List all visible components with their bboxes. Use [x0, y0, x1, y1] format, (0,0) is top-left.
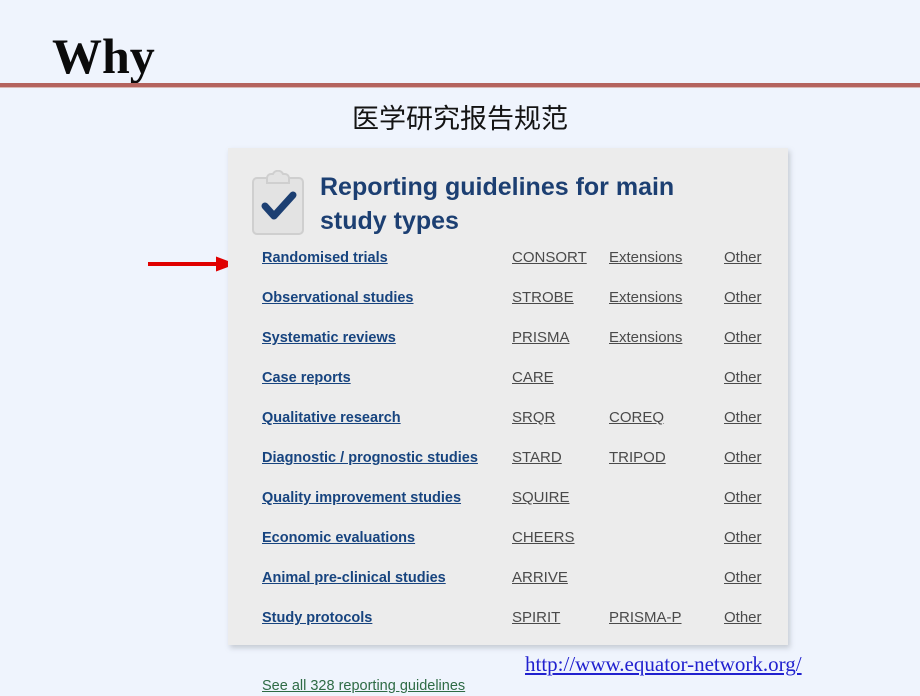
page-title: Why [52, 28, 155, 84]
table-row: Economic evaluations CHEERS Other [250, 518, 766, 558]
row-other-cell: Other [724, 448, 762, 468]
table-row: Systematic reviews PRISMA Extensions Oth… [250, 318, 766, 358]
table-row: Diagnostic / prognostic studies STARD TR… [250, 438, 766, 478]
table-row: Qualitative research SRQR COREQ Other [250, 398, 766, 438]
guideline-link-other[interactable]: Other [724, 568, 762, 588]
guideline-link-primary[interactable]: SQUIRE [512, 488, 570, 508]
guideline-link-primary[interactable]: CARE [512, 368, 554, 388]
guideline-link-primary[interactable]: ARRIVE [512, 568, 568, 588]
row-type-cell: Study protocols [250, 608, 512, 628]
row-type-cell: Animal pre-clinical studies [250, 568, 512, 588]
table-row: Animal pre-clinical studies ARRIVE Other [250, 558, 766, 598]
row-secondary-cell: Extensions [609, 248, 724, 268]
row-type-cell: Randomised trials [250, 248, 512, 268]
row-secondary-cell [609, 528, 724, 546]
row-primary-cell: PRISMA [512, 328, 609, 348]
guideline-link-extensions[interactable]: Extensions [609, 288, 682, 308]
guideline-link-primary[interactable]: STROBE [512, 288, 574, 308]
guideline-link-extensions[interactable]: Extensions [609, 248, 682, 268]
row-secondary-cell: COREQ [609, 408, 724, 428]
study-type-link[interactable]: Animal pre-clinical studies [262, 570, 446, 586]
row-other-cell: Other [724, 248, 762, 268]
guideline-link-primary[interactable]: CONSORT [512, 248, 587, 268]
row-type-cell: Qualitative research [250, 408, 512, 428]
row-secondary-cell: Extensions [609, 288, 724, 308]
row-type-cell: Quality improvement studies [250, 488, 512, 508]
row-type-cell: Case reports [250, 368, 512, 388]
card-heading: Reporting guidelines for main study type… [320, 173, 675, 235]
reporting-guidelines-card: Reporting guidelines for main study type… [228, 148, 788, 694]
row-other-cell: Other [724, 408, 762, 428]
guideline-link-extensions[interactable]: TRIPOD [609, 448, 666, 468]
study-type-link[interactable]: Qualitative research [262, 410, 401, 426]
guideline-link-primary[interactable]: CHEERS [512, 528, 575, 548]
row-primary-cell: STARD [512, 448, 609, 468]
row-primary-cell: CONSORT [512, 248, 609, 268]
guideline-link-other[interactable]: Other [724, 448, 762, 468]
row-secondary-cell: Extensions [609, 328, 724, 348]
study-type-link[interactable]: Economic evaluations [262, 530, 415, 546]
table-row: Observational studies STROBE Extensions … [250, 278, 766, 318]
title-divider [0, 83, 920, 88]
guideline-link-primary[interactable]: SRQR [512, 408, 555, 428]
study-type-link[interactable]: Study protocols [262, 610, 372, 626]
table-row: Quality improvement studies SQUIRE Other [250, 478, 766, 518]
guideline-link-other[interactable]: Other [724, 288, 762, 308]
row-other-cell: Other [724, 608, 762, 628]
guideline-link-primary[interactable]: STARD [512, 448, 562, 468]
row-secondary-cell: TRIPOD [609, 448, 724, 468]
row-other-cell: Other [724, 568, 762, 588]
row-secondary-cell [609, 568, 724, 586]
row-other-cell: Other [724, 528, 762, 548]
study-type-link[interactable]: Randomised trials [262, 250, 388, 266]
red-arrow-icon [148, 256, 236, 272]
row-primary-cell: ARRIVE [512, 568, 609, 588]
row-primary-cell: CHEERS [512, 528, 609, 548]
row-other-cell: Other [724, 368, 762, 388]
row-type-cell: Observational studies [250, 288, 512, 308]
study-type-link[interactable]: Systematic reviews [262, 330, 396, 346]
see-all-guidelines-link[interactable]: See all 328 reporting guidelines [262, 678, 465, 694]
card-header: Reporting guidelines for main study type… [228, 148, 788, 242]
study-type-link[interactable]: Quality improvement studies [262, 490, 461, 506]
row-other-cell: Other [724, 488, 762, 508]
row-secondary-cell: PRISMA-P [609, 608, 724, 628]
row-secondary-cell [609, 368, 724, 386]
table-row: Case reports CARE Other [250, 358, 766, 398]
guideline-link-primary[interactable]: SPIRIT [512, 608, 560, 628]
row-type-cell: Systematic reviews [250, 328, 512, 348]
guideline-link-other[interactable]: Other [724, 328, 762, 348]
study-type-link[interactable]: Observational studies [262, 290, 414, 306]
study-type-link[interactable]: Diagnostic / prognostic studies [262, 450, 478, 466]
clipboard-check-icon [252, 170, 304, 235]
row-secondary-cell [609, 488, 724, 506]
row-primary-cell: STROBE [512, 288, 609, 308]
guideline-link-other[interactable]: Other [724, 368, 762, 388]
guideline-link-other[interactable]: Other [724, 488, 762, 508]
guideline-link-other[interactable]: Other [724, 248, 762, 268]
slide-subtitle: 医学研究报告规范 [352, 104, 568, 135]
table-row: Randomised trials CONSORT Extensions Oth… [250, 248, 766, 278]
row-primary-cell: SPIRIT [512, 608, 609, 628]
row-type-cell: Economic evaluations [250, 528, 512, 548]
guideline-link-extensions[interactable]: PRISMA-P [609, 608, 682, 628]
row-primary-cell: SRQR [512, 408, 609, 428]
row-primary-cell: SQUIRE [512, 488, 609, 508]
guideline-link-other[interactable]: Other [724, 608, 762, 628]
row-primary-cell: CARE [512, 368, 609, 388]
guideline-link-other[interactable]: Other [724, 408, 762, 428]
guideline-link-primary[interactable]: PRISMA [512, 328, 570, 348]
guideline-link-other[interactable]: Other [724, 528, 762, 548]
study-type-link[interactable]: Case reports [262, 370, 351, 386]
guideline-link-extensions[interactable]: Extensions [609, 328, 682, 348]
row-other-cell: Other [724, 288, 762, 308]
row-type-cell: Diagnostic / prognostic studies [250, 448, 512, 468]
guidelines-table: Randomised trials CONSORT Extensions Oth… [228, 248, 788, 638]
source-url-link[interactable]: http://www.equator-network.org/ [525, 651, 802, 677]
guideline-link-extensions[interactable]: COREQ [609, 408, 664, 428]
table-row: Study protocols SPIRIT PRISMA-P Other [250, 598, 766, 638]
row-other-cell: Other [724, 328, 762, 348]
